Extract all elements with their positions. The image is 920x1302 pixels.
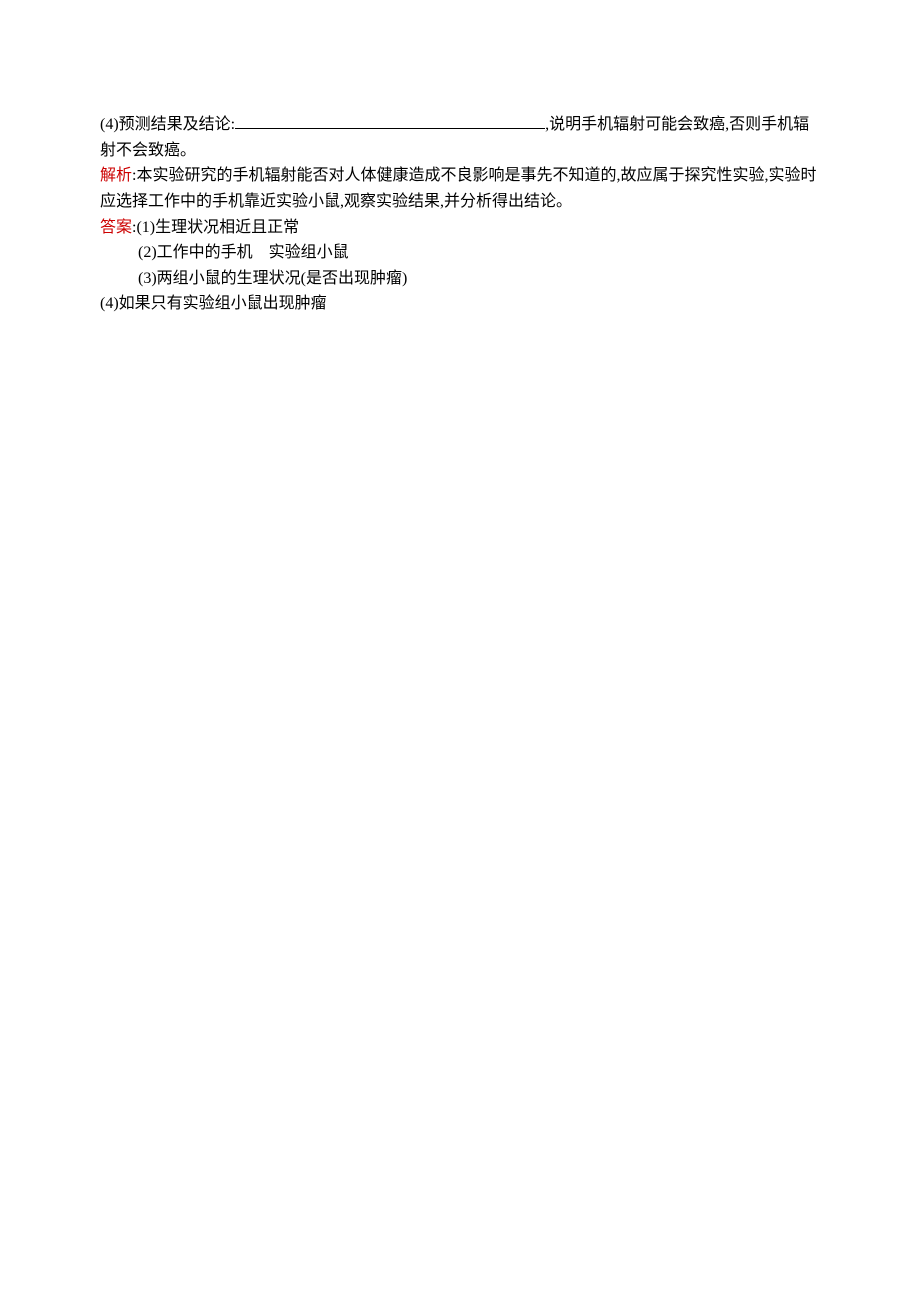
answer-item-2: (2)工作中的手机 实验组小鼠 xyxy=(138,244,349,261)
question-4-line: (4)预测结果及结论: ,说明手机辐射可能会致癌,否则手机辐 xyxy=(100,110,820,138)
answer-line-1: 答案:(1)生理状况相近且正常 xyxy=(100,215,820,241)
q4-suffix-line2: 射不会致癌。 xyxy=(100,138,820,164)
q4-suffix-part2: 射不会致癌。 xyxy=(100,142,196,159)
answer-item-4: (4)如果只有实验组小鼠出现肿瘤 xyxy=(100,295,327,312)
answer-line-4: (4)如果只有实验组小鼠出现肿瘤 xyxy=(100,291,820,317)
answer-item-3: (3)两组小鼠的生理状况(是否出现肿瘤) xyxy=(138,270,407,287)
analysis-line: 解析:本实验研究的手机辐射能否对人体健康造成不良影响是事先不知道的,故应属于探究… xyxy=(100,163,820,214)
analysis-label: 解析 xyxy=(100,167,132,184)
document-content: (4)预测结果及结论: ,说明手机辐射可能会致癌,否则手机辐 射不会致癌。 解析:… xyxy=(100,110,820,317)
answer-line-3: (3)两组小鼠的生理状况(是否出现肿瘤) xyxy=(100,266,820,292)
answer-line-2: (2)工作中的手机 实验组小鼠 xyxy=(100,240,820,266)
answer-item-1: :(1)生理状况相近且正常 xyxy=(132,219,299,236)
q4-suffix-part1: ,说明手机辐射可能会致癌,否则手机辐 xyxy=(545,116,809,133)
q4-blank xyxy=(235,110,545,129)
analysis-text: :本实验研究的手机辐射能否对人体健康造成不良影响是事先不知道的,故应属于探究性实… xyxy=(100,167,816,210)
answer-label: 答案 xyxy=(100,219,132,236)
q4-prefix: (4)预测结果及结论: xyxy=(100,116,235,133)
